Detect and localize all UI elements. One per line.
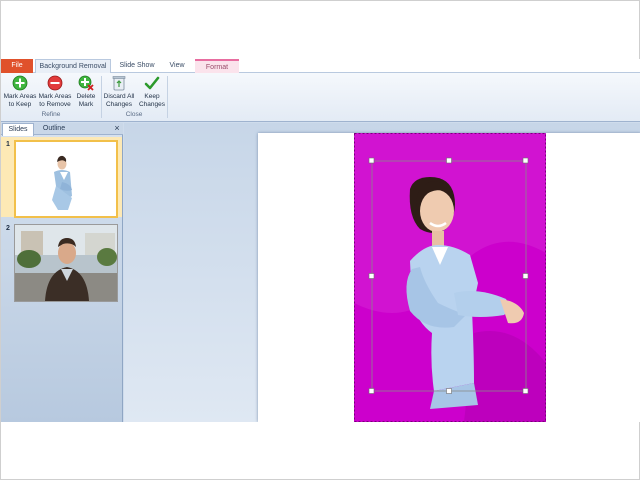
screenshot-frame: File Background Removal Slide Show View … [0,0,640,480]
mark-remove-label-line1: Mark Areas [38,93,72,100]
slides-pane: Slides Outline × 1 2 [1,123,123,422]
slide-thumbnail[interactable] [14,140,118,218]
keep-changes-label-line2: Changes [138,100,166,108]
discard-all-changes-button[interactable]: Discard All Changes [102,75,136,111]
tab-slide-show[interactable]: Slide Show [115,59,159,73]
delete-mark-icon [78,75,94,91]
recycle-bin-icon [112,76,126,91]
mark-areas-to-keep-button[interactable]: Mark Areas to Keep [3,75,37,111]
mark-keep-label-line2: to Keep [8,100,32,108]
keep-changes-label-line1: Keep [144,93,160,100]
tab-format[interactable]: Format [195,59,239,73]
slide-number: 1 [6,141,10,148]
slide-thumbnail-row[interactable]: 1 [1,137,122,218]
close-pane-button[interactable]: × [112,123,122,135]
woman-thumbnail-image [16,142,116,216]
tab-file[interactable]: File [1,59,33,73]
delete-mark-button[interactable]: Delete Mark [69,75,103,111]
keep-changes-button[interactable]: Keep Changes [135,75,169,111]
delete-mark-label-line1: Delete [76,93,96,100]
background-removal-photo[interactable] [354,133,546,422]
discard-label-line2: Changes [105,100,133,108]
checkmark-icon [144,76,160,90]
plus-pencil-icon [12,75,28,91]
discard-label-line1: Discard All [103,93,135,100]
group-label-refine: Refine [41,111,61,118]
current-slide[interactable] [258,133,640,422]
slide-thumbnail-row[interactable]: 2 [1,221,122,302]
mark-areas-to-remove-button[interactable]: Mark Areas to Remove [38,75,72,111]
tab-background-removal[interactable]: Background Removal [35,59,111,74]
minus-pencil-icon [47,75,63,91]
tab-slides[interactable]: Slides [2,123,34,136]
ribbon-tab-row: File Background Removal Slide Show View … [1,59,640,74]
slide-number: 2 [6,225,10,232]
powerpoint-window: File Background Removal Slide Show View … [1,59,640,422]
slide-editing-area [124,123,640,422]
slide-thumbnail[interactable] [14,224,118,302]
ribbon-separator [167,76,168,118]
pane-tab-row: Slides Outline × [1,123,123,136]
man-thumbnail-image [15,225,117,301]
mark-keep-label-line1: Mark Areas [3,93,37,100]
tab-outline[interactable]: Outline [37,123,71,135]
delete-mark-label-line2: Mark [78,100,94,108]
tab-view[interactable]: View [163,59,191,73]
group-label-close: Close [125,111,143,118]
mark-remove-label-line2: to Remove [39,100,71,108]
ribbon: Mark Areas to Keep Mark Areas to Remove … [1,73,640,122]
